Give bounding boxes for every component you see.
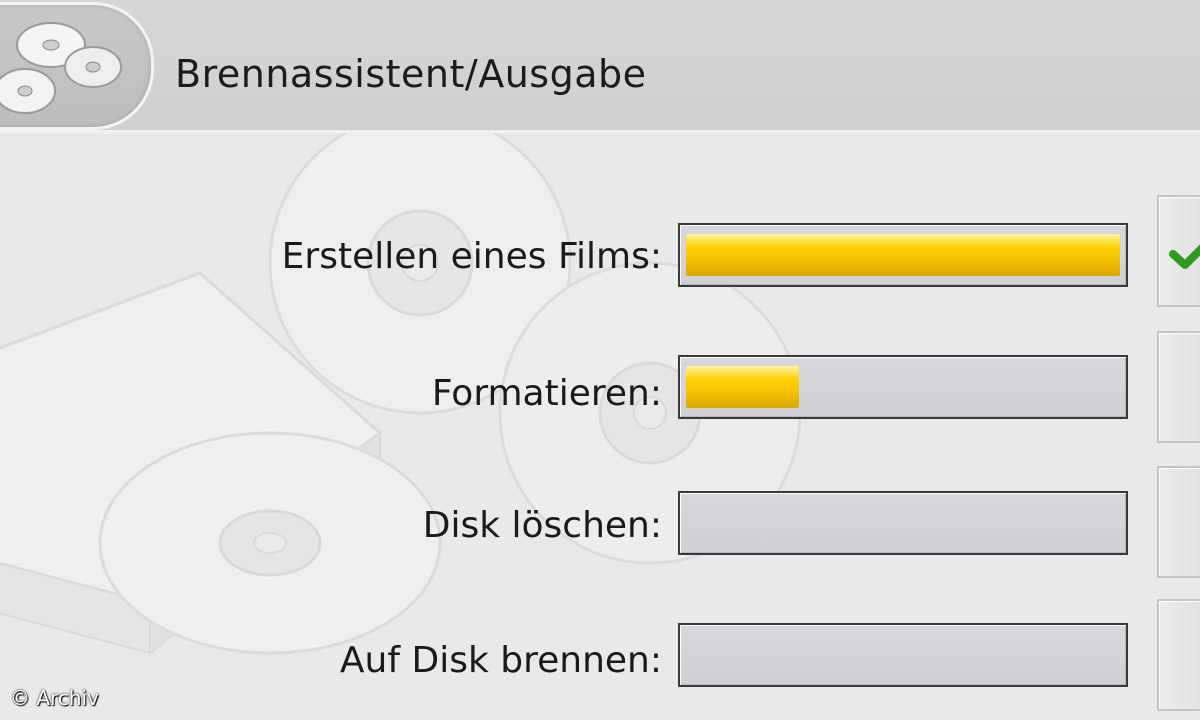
progress-fill	[686, 234, 1120, 276]
burn-wizard-panel: Erstellen eines Films: Formatieren: Disk…	[0, 133, 1200, 720]
task-label-format: Formatieren:	[431, 373, 662, 414]
progress-bar-create-film	[678, 223, 1128, 287]
logo-badge	[0, 2, 154, 130]
task-label-create-film: Erstellen eines Films:	[281, 236, 662, 277]
progress-fill	[686, 366, 799, 408]
progress-bar-burn-disc	[678, 623, 1128, 687]
task-label-burn-disc: Auf Disk brennen:	[339, 640, 662, 681]
window-title: Brennassistent/Ausgabe	[175, 52, 647, 96]
copyright-watermark: © Archiv	[10, 686, 99, 710]
status-cell-create-film	[1157, 195, 1200, 307]
checkmark-icon	[1169, 244, 1200, 269]
status-cell-format	[1157, 331, 1200, 443]
progress-bar-format	[678, 355, 1128, 419]
title-bar: Brennassistent/Ausgabe	[0, 0, 1200, 133]
status-cell-burn-disc	[1157, 599, 1200, 711]
progress-bar-erase-disc	[678, 491, 1128, 555]
task-label-erase-disc: Disk löschen:	[422, 505, 662, 546]
disc-stack-icon	[0, 22, 122, 114]
status-cell-erase-disc	[1157, 466, 1200, 578]
